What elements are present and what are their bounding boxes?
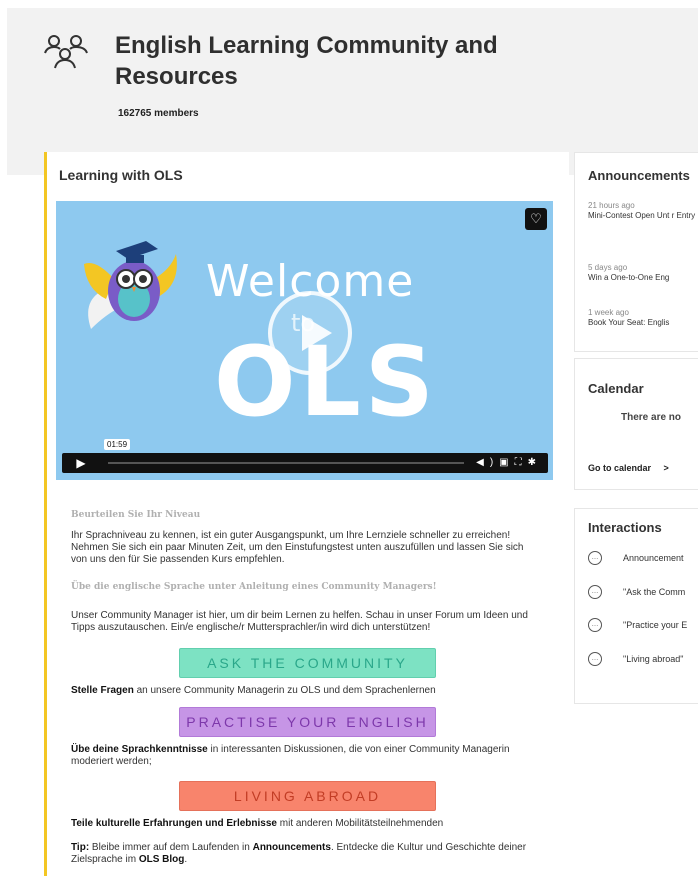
living-description: Teile kulturelle Erfahrungen und Erlebni…: [71, 818, 444, 829]
owl-mascot-image: [84, 241, 177, 329]
announcements-card: Announcements 21 hours ago Mini-Contest …: [574, 152, 698, 352]
go-to-calendar-link[interactable]: Go to calendar >: [588, 463, 669, 473]
big-play-icon[interactable]: [268, 291, 352, 375]
chat-bubble-icon: …: [588, 585, 602, 599]
ask-description: Stelle Fragen an unsere Community Manage…: [71, 685, 436, 696]
interactions-card: Interactions … Announcement … "Ask the C…: [574, 508, 698, 704]
play-icon[interactable]: ▶: [62, 453, 100, 473]
practise-description: Übe deine Sprachkenntnisse in interessan…: [71, 744, 510, 767]
section-heading: Beurteilen Sie Ihr Niveau: [71, 510, 201, 520]
chat-bubble-icon: …: [588, 652, 602, 666]
tip-text: Tip: Bleibe immer auf dem Laufenden in A…: [71, 842, 527, 865]
announcement-item[interactable]: 1 week ago Book Your Seat: Englis: [588, 308, 698, 328]
volume-icon[interactable]: ◀): [476, 457, 499, 468]
page-title: English Learning Community and Resources: [115, 32, 498, 90]
ols-blog-link[interactable]: OLS Blog: [139, 854, 185, 865]
calendar-card: Calendar There are no Go to calendar >: [574, 358, 698, 490]
settings-icon[interactable]: ✱: [528, 457, 542, 468]
announcement-item[interactable]: 21 hours ago Mini-Contest Open Unt r Ent…: [588, 201, 698, 221]
interaction-item[interactable]: … "Living abroad": [588, 652, 698, 668]
interaction-item[interactable]: … "Practice your E: [588, 618, 698, 634]
video-controls: ▶ 01:59 ◀)▣⛶✱: [62, 439, 548, 473]
ask-community-button[interactable]: ASK THE COMMUNITY: [179, 648, 436, 678]
fullscreen-icon[interactable]: ⛶: [515, 457, 528, 468]
member-count: 162765 members: [118, 108, 199, 119]
chat-bubble-icon: …: [588, 618, 602, 632]
time-tooltip: 01:59: [104, 439, 131, 450]
announcements-title: Announcements: [588, 168, 690, 183]
captions-icon[interactable]: ▣: [499, 457, 514, 468]
chat-bubble-icon: …: [588, 551, 602, 565]
announcements-link[interactable]: Announcements: [253, 842, 331, 853]
calendar-title: Calendar: [588, 381, 644, 396]
calendar-empty-text: There are no: [621, 412, 682, 423]
learning-card: Learning with OLS Welcome to OLS ♡ ▶ 01:…: [44, 152, 569, 876]
card-title: Learning with OLS: [59, 167, 183, 183]
video-player[interactable]: Welcome to OLS ♡ ▶ 01:59 ◀)▣⛶✱: [56, 201, 553, 480]
living-abroad-button[interactable]: LIVING ABROAD: [179, 781, 436, 811]
interactions-title: Interactions: [588, 520, 662, 535]
progress-bar[interactable]: [108, 462, 464, 464]
control-icons[interactable]: ◀)▣⛶✱: [476, 453, 542, 473]
practise-english-button[interactable]: PRACTISE YOUR ENGLISH: [179, 707, 436, 737]
heart-icon[interactable]: ♡: [525, 208, 547, 230]
section-text: Unser Community Manager ist hier, um dir…: [71, 610, 528, 633]
section-heading: Übe die englische Sprache unter Anleitun…: [71, 582, 437, 592]
interaction-item[interactable]: … "Ask the Comm: [588, 585, 698, 601]
chevron-right-icon: >: [663, 463, 669, 473]
section-text: Ihr Sprachniveau zu kennen, ist ein gute…: [71, 530, 524, 565]
interaction-item[interactable]: … Announcement: [588, 551, 698, 567]
announcement-item[interactable]: 5 days ago Win a One-to-One Eng: [588, 263, 698, 283]
community-icon: [44, 35, 88, 69]
